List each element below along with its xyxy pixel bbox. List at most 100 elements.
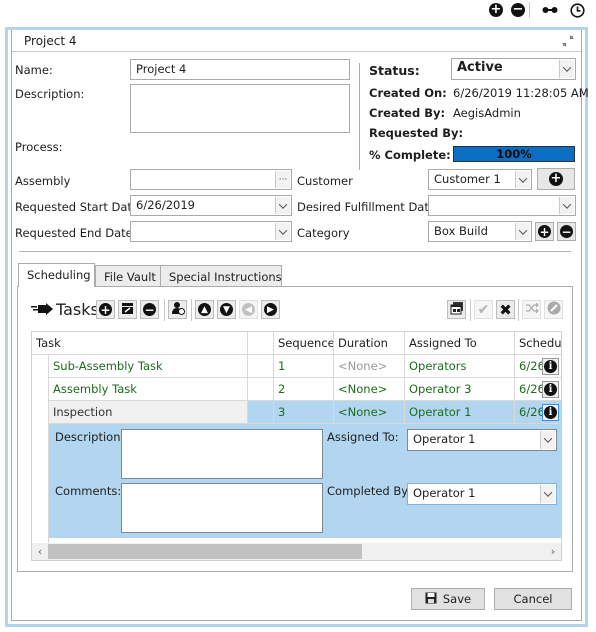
customer-value: Customer 1 <box>434 172 501 186</box>
name-input[interactable]: Project 4 <box>130 59 350 80</box>
edit-task-button[interactable] <box>118 300 137 319</box>
scrollbar-thumb[interactable] <box>48 544 362 559</box>
row-gutter <box>32 355 49 560</box>
assembly-label: Assembly <box>15 174 71 188</box>
move-right-button[interactable]: ▶ <box>261 300 280 319</box>
title-bar: Project 4 <box>12 30 581 52</box>
column-header-assigned-to[interactable]: Assigned To <box>405 332 515 355</box>
requested-start-date-picker[interactable]: 6/26/2019 <box>130 195 292 216</box>
shuffle-button[interactable] <box>522 300 541 319</box>
detail-comments-input[interactable] <box>121 483 323 533</box>
add-category-button[interactable]: + <box>535 222 554 241</box>
tab-file-vault[interactable]: File Vault <box>95 265 161 287</box>
detail-completed-by-label: Completed By: <box>327 484 412 498</box>
cancel-task-button[interactable]: ✖ <box>496 300 515 319</box>
disable-button[interactable] <box>544 300 563 319</box>
description-input[interactable] <box>130 84 350 133</box>
task-name-cell[interactable]: Sub-Assembly Task <box>49 355 248 378</box>
add-task-button[interactable]: + <box>96 300 115 319</box>
desired-fulfillment-label: Desired Fulfillment Date <box>297 200 436 214</box>
windows-button[interactable] <box>447 300 466 319</box>
duration-cell: <None> <box>334 401 405 424</box>
row-detail-panel: Description: Comments:: Assigned To: Ope… <box>49 424 561 538</box>
move-left-button[interactable]: ◀ <box>239 300 258 319</box>
column-header-scheduled[interactable]: Schedul <box>515 332 561 355</box>
column-header-sequence[interactable]: Sequence <box>274 332 334 355</box>
category-value: Box Build <box>434 224 488 238</box>
desired-fulfillment-date-picker[interactable] <box>428 195 576 216</box>
created-by-value: AegisAdmin <box>453 106 521 120</box>
detail-assigned-to-select[interactable]: Operator 1 <box>407 429 557 451</box>
sequence-cell: 3 <box>274 401 334 424</box>
assign-user-button[interactable] <box>168 300 187 319</box>
column-header-blank[interactable] <box>248 332 274 355</box>
created-on-label: Created On: <box>369 86 447 100</box>
horizontal-scrollbar[interactable]: ‹ › <box>32 543 561 560</box>
info-button[interactable]: i <box>542 358 559 375</box>
detail-comments-label: Comments:: <box>55 484 126 498</box>
complete-task-button[interactable]: ✔ <box>474 300 493 319</box>
arrow-right-icon <box>31 303 53 318</box>
arrow-down-icon: ▼ <box>220 303 233 316</box>
chevron-down-icon <box>540 431 555 449</box>
remove-icon: − <box>560 224 573 239</box>
tab-special-instructions[interactable]: Special Instructions <box>160 265 282 287</box>
detail-completed-by-value: Operator 1 <box>413 486 476 500</box>
status-value: Active <box>457 60 503 75</box>
remove-task-button[interactable]: − <box>140 300 159 319</box>
scroll-right-icon[interactable]: › <box>545 543 561 560</box>
status-select[interactable]: Active <box>451 58 576 80</box>
add-icon[interactable]: + <box>488 2 504 18</box>
arrow-right-circle-icon: ▶ <box>264 303 277 316</box>
detail-assigned-to-label: Assigned To: <box>327 430 399 444</box>
blank-cell <box>248 401 274 424</box>
duration-cell: <None> <box>334 355 405 378</box>
info-icon: i <box>544 360 557 373</box>
task-name-cell[interactable]: Assembly Task <box>49 378 248 401</box>
toolbar-divider <box>470 299 471 321</box>
status-divider <box>359 63 360 170</box>
tasks-title: Tasks <box>56 300 99 319</box>
scroll-left-icon[interactable]: ‹ <box>32 543 48 560</box>
task-name-cell[interactable]: Inspection <box>49 401 248 424</box>
window-title: Project 4 <box>24 34 77 48</box>
chevron-down-icon <box>515 171 530 188</box>
customer-select[interactable]: Customer 1 <box>428 169 532 190</box>
column-header-task[interactable]: Task <box>32 332 248 355</box>
chevron-down-icon <box>515 223 530 240</box>
toolbar-divider <box>518 299 519 321</box>
browse-ellipsis-button[interactable]: ··· <box>275 171 290 188</box>
status-label: Status: <box>369 63 420 78</box>
sequence-cell: 2 <box>274 378 334 401</box>
save-button[interactable]: Save <box>411 588 485 610</box>
detail-completed-by-select[interactable]: Operator 1 <box>407 483 557 505</box>
detail-description-input[interactable] <box>121 429 323 479</box>
column-header-duration[interactable]: Duration <box>334 332 405 355</box>
move-down-button[interactable]: ▼ <box>217 300 236 319</box>
cancel-button[interactable]: Cancel <box>494 588 572 610</box>
blank-cell <box>248 355 274 378</box>
link-icon[interactable] <box>542 2 558 18</box>
add-customer-button[interactable]: + <box>537 168 575 190</box>
requested-end-date-picker[interactable] <box>130 221 292 242</box>
requested-end-label: Requested End Date <box>15 226 133 240</box>
clock-icon[interactable] <box>569 2 585 18</box>
remove-category-button[interactable]: − <box>557 222 576 241</box>
info-button[interactable]: i <box>542 381 559 398</box>
description-label: Description: <box>15 87 85 101</box>
user-clock-icon <box>171 301 185 318</box>
add-icon: + <box>549 171 563 186</box>
remove-icon[interactable]: − <box>510 2 526 18</box>
move-up-button[interactable]: ▲ <box>195 300 214 319</box>
category-select[interactable]: Box Build <box>428 221 532 242</box>
info-button[interactable]: i <box>542 404 559 421</box>
tasks-grid: Task Sequence Duration Assigned To Sched… <box>31 331 562 561</box>
assembly-input[interactable]: ··· <box>130 169 292 190</box>
add-icon: + <box>538 224 551 239</box>
x-icon: ✖ <box>499 300 512 319</box>
assigned-to-cell: Operators <box>405 355 515 378</box>
tab-scheduling[interactable]: Scheduling <box>18 263 95 287</box>
resize-icon[interactable] <box>561 34 575 48</box>
section-divider <box>19 251 571 252</box>
info-icon: i <box>544 383 557 396</box>
